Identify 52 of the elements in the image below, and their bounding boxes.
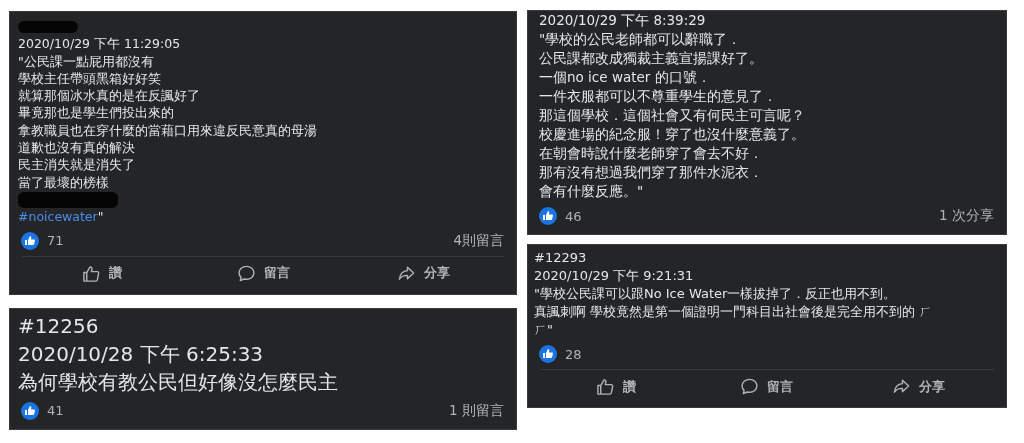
engagement-count[interactable]: 4則留言 [453,231,504,250]
thumbs-up-icon [595,377,615,396]
post-timestamp: 2020/10/28 下午 6:25:33 [18,340,264,368]
post-text-line: 那有沒有想過我們穿了那件水泥衣． [539,163,763,182]
post-text-line: 會有什麼反應。" [539,182,644,201]
speech-bubble-icon [740,377,760,396]
share-arrow-icon [891,377,911,396]
like-count: 71 [47,233,64,249]
post-text-line: 道歉也沒有真的解決 [18,139,135,157]
post-text-line: 學校主任帶頭黑箱好好笑 [18,69,161,88]
like-count: 41 [47,403,64,419]
engagement-count[interactable]: 1 次分享 [939,207,994,225]
engagement-count[interactable]: 1 則留言 [449,401,504,420]
post-action-button[interactable]: 留言 [691,370,843,403]
post-text-line: 就算那個冰水真的是在反諷好了 [18,87,200,105]
redaction-mark [18,20,78,33]
post-action-button[interactable]: 讚 [22,256,183,290]
post-text-line: 拿教職員也在穿什麼的當藉口用來違反民意真的母湯 [18,121,317,140]
post-text-line: "學校的公民老師都可以辭職了． [539,30,742,49]
post-text-line: "公民課一點屁用都沒有 [18,52,154,70]
like-badge-icon [21,231,39,250]
post-text-line: 一件衣服都可以不尊重學生的意見了． [539,87,777,106]
post-text-line: 校慶進場的紀念服！穿了也沒什麼意義了。 [539,125,805,144]
post-timestamp: 2020/10/29 下午 11:29:05 [18,35,181,53]
post-number: #12293 [534,249,587,267]
post-action-button[interactable]: 分享 [343,256,504,290]
post-action-button[interactable]: 留言 [182,256,344,290]
like-count: 28 [565,346,582,362]
post-text-line: 民主消失就是消失了 [18,156,135,174]
post-text-line: "學校公民課可以跟No Ice Water一樣拔掉了．反正也用不到。 [534,285,897,303]
post-text-line: 為何學校有教公民但好像沒怎麼民主 [18,368,338,396]
post-text-line: 在朝會時說什麼老師穿了會去不好． [539,144,763,163]
post-text-line: 公民課都改成獨裁主義宣揚課好了。 [539,49,763,68]
like-badge-icon [21,401,39,420]
speech-bubble-icon [236,263,256,283]
hashtag-link[interactable]: #noicewater [18,209,98,225]
post-action-button[interactable]: 讚 [540,370,692,403]
post-text-line: 一個no ice water 的口號． [539,68,711,87]
like-badge-icon [539,345,557,363]
post-text-line: ㄏ" [534,321,553,339]
post-action-button[interactable]: 分享 [842,370,994,403]
post-text-line: 真諷刺啊 學校竟然是第一個證明一門科目出社會後是完全用不到的 ㄏ [534,303,933,321]
thumbs-up-icon [82,263,102,283]
like-badge-icon [539,207,557,225]
post-number: #12256 [18,312,99,340]
like-count: 46 [565,208,582,224]
post-timestamp: 2020/10/29 下午 8:39:29 [539,11,706,30]
post-timestamp: 2020/10/29 下午 9:21:31 [534,267,694,285]
post-text-line: 畢竟那也是學生們投出來的 [18,104,174,122]
post-text-line: 那這個學校．這個社會又有何民主可言呢？ [539,106,805,125]
post-text-line: 當了最壞的榜樣 [18,173,109,191]
quote-mark: " [97,209,104,225]
